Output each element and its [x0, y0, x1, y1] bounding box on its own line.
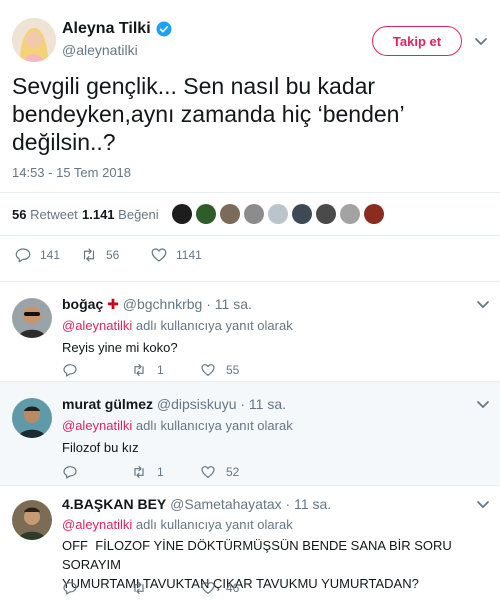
reply-tweet[interactable]: boğaç ✚ @bgchnkrbg · 11 sa. @aleynatilki… — [0, 282, 500, 382]
liker-avatar[interactable] — [292, 204, 312, 224]
retweet-count: 1 — [157, 363, 164, 377]
reply-to-line: @aleynatilki adlı kullanıcıya yanıt olar… — [62, 318, 293, 333]
like-action[interactable]: 1141 — [150, 246, 202, 264]
reply-time[interactable]: · 11 sa. — [206, 296, 252, 312]
reply-header: boğaç ✚ @bgchnkrbg · 11 sa. — [62, 296, 252, 313]
retweet-action[interactable]: 1 — [131, 464, 164, 480]
reply-header: murat gülmez @dipsiskuyu · 11 sa. — [62, 396, 286, 412]
reply-action[interactable]: 141 — [14, 246, 60, 264]
retweet-action-count: 56 — [106, 248, 120, 262]
tweet-stats: 56 Retweet 1.141 Beğeni — [0, 192, 500, 236]
retweet-label: Retweet — [30, 207, 78, 222]
liker-avatar[interactable] — [244, 204, 264, 224]
reply-author-handle[interactable]: @bgchnkrbg — [123, 296, 203, 312]
likes-count: 1.141 — [82, 207, 115, 222]
reply-to-label: adlı kullanıcıya yanıt olarak — [135, 318, 293, 333]
retweet-stat[interactable]: 56 Retweet — [12, 207, 78, 222]
chevron-down-icon[interactable] — [476, 500, 490, 510]
follow-button[interactable]: Takip et — [372, 26, 462, 56]
retweet-icon — [134, 466, 144, 478]
reply-action[interactable] — [62, 362, 88, 378]
reply-time[interactable]: · 11 sa. — [286, 496, 332, 512]
like-action-count: 1141 — [176, 248, 202, 262]
reply-avatar[interactable] — [12, 398, 52, 438]
chevron-down-icon[interactable] — [476, 300, 490, 310]
flag-icon: ✚ — [107, 296, 119, 312]
reply-author-name[interactable]: boğaç — [62, 296, 103, 312]
reply-to-label: adlı kullanıcıya yanıt olarak — [135, 418, 293, 433]
like-action[interactable]: 55 — [200, 362, 239, 378]
reply-to-line: @aleynatilki adlı kullanıcıya yanıt olar… — [62, 517, 293, 532]
reply-tweet[interactable]: 4.BAŞKAN BEY @Sametahayatax · 11 sa. @al… — [0, 486, 500, 600]
reply-text: Filozof bu kız — [62, 440, 139, 455]
retweet-icon — [134, 582, 144, 594]
mention-link[interactable]: @aleynatilki — [62, 418, 132, 433]
liker-avatar[interactable] — [268, 204, 288, 224]
heart-icon — [201, 364, 215, 376]
reply-text: Reyis yine mi koko? — [62, 340, 178, 355]
liker-avatar[interactable] — [220, 204, 240, 224]
liker-avatar[interactable] — [364, 204, 384, 224]
like-action[interactable]: 46 — [200, 580, 239, 596]
heart-icon — [151, 248, 167, 262]
reply-action[interactable] — [62, 580, 88, 596]
reply-to-line: @aleynatilki adlı kullanıcıya yanıt olar… — [62, 418, 293, 433]
verified-badge-icon — [156, 21, 172, 37]
reply-avatar[interactable] — [12, 298, 52, 338]
liker-avatar[interactable] — [172, 204, 192, 224]
chevron-down-icon[interactable] — [474, 37, 488, 47]
author-name-row: Aleyna Tilki — [62, 20, 173, 38]
reply-icon — [63, 364, 77, 377]
like-count: 55 — [226, 363, 240, 377]
retweet-count: 56 — [12, 207, 27, 222]
likes-label: Beğeni — [118, 207, 159, 222]
main-tweet: Aleyna Tilki @aleynatilki Takip et Sevgi… — [0, 0, 500, 282]
retweet-count: 1 — [157, 465, 164, 479]
reply-author-handle[interactable]: @Sametahayatax — [170, 496, 282, 512]
mention-link[interactable]: @aleynatilki — [62, 517, 132, 532]
heart-icon — [201, 466, 215, 478]
reply-time[interactable]: · 11 sa. — [240, 396, 286, 412]
liker-avatar[interactable] — [196, 204, 216, 224]
like-count: 52 — [226, 465, 240, 479]
liker-avatar[interactable] — [340, 204, 360, 224]
reply-text: OFF FİLOZOF YİNE DÖKTÜRMÜŞSÜN BENDE SANA… — [62, 538, 452, 591]
author-handle[interactable]: @aleynatilki — [62, 42, 138, 58]
reply-icon — [15, 248, 31, 263]
reply-icon — [63, 466, 77, 479]
reply-count: 141 — [40, 248, 61, 262]
tweet-timestamp[interactable]: 14:53 - 15 Tem 2018 — [12, 165, 131, 180]
author-avatar[interactable] — [12, 18, 56, 62]
reply-header: 4.BAŞKAN BEY @Sametahayatax · 11 sa. — [62, 496, 331, 512]
retweet-action[interactable]: 56 — [80, 246, 119, 264]
chevron-down-icon[interactable] — [476, 400, 490, 410]
liker-avatar[interactable] — [316, 204, 336, 224]
reply-author-name[interactable]: murat gülmez — [62, 396, 153, 412]
reply-author-handle[interactable]: @dipsiskuyu — [157, 396, 237, 412]
retweet-action[interactable]: 1 — [131, 362, 164, 378]
likes-stat[interactable]: 1.141 Beğeni — [82, 207, 159, 222]
retweet-action[interactable] — [131, 580, 157, 596]
retweet-icon — [134, 364, 144, 376]
reply-author-name[interactable]: 4.BAŞKAN BEY — [62, 496, 166, 512]
reply-tweet[interactable]: murat gülmez @dipsiskuyu · 11 sa. @aleyn… — [0, 382, 500, 486]
tweet-text: Sevgili gençlik... Sen nasıl bu kadar be… — [12, 73, 411, 155]
reply-to-label: adlı kullanıcıya yanıt olarak — [135, 517, 293, 532]
author-display-name[interactable]: Aleyna Tilki — [62, 20, 151, 38]
heart-icon — [201, 582, 215, 594]
like-count: 46 — [226, 581, 240, 595]
like-action[interactable]: 52 — [200, 464, 239, 480]
reply-action[interactable] — [62, 464, 88, 480]
retweet-icon — [83, 248, 95, 262]
reply-icon — [63, 582, 77, 595]
reply-avatar[interactable] — [12, 500, 52, 540]
mention-link[interactable]: @aleynatilki — [62, 318, 132, 333]
